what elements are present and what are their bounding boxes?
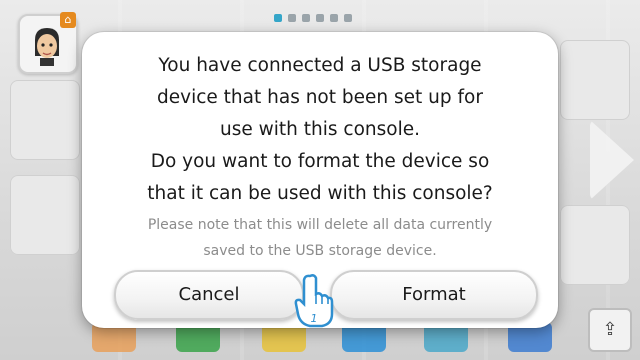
app-tile[interactable] — [10, 175, 80, 255]
page-dot[interactable] — [274, 14, 282, 22]
message-line: use with this console. — [220, 119, 420, 140]
app-tile[interactable] — [10, 80, 80, 160]
page-indicator — [274, 14, 352, 22]
page-dot[interactable] — [344, 14, 352, 22]
dialog-message: You have connected a USB storage device … — [102, 50, 538, 210]
dialog-warning-note: Please note that this will delete all da… — [102, 212, 538, 264]
message-line: that it can be used with this console? — [147, 183, 493, 204]
format-button[interactable]: Format — [330, 270, 538, 320]
wii-remote-pointer-icon: 1 — [294, 274, 334, 328]
tv-switch-icon[interactable]: ⇪ — [588, 308, 632, 352]
page-dot[interactable] — [288, 14, 296, 22]
note-line: Please note that this will delete all da… — [147, 217, 493, 233]
message-line: Do you want to format the device so — [150, 151, 490, 172]
app-tile[interactable] — [560, 40, 630, 120]
player-number-label: 1 — [311, 312, 318, 325]
note-line: saved to the USB storage device. — [203, 243, 437, 259]
home-icon: ⌂ — [60, 12, 76, 28]
page-dot[interactable] — [330, 14, 338, 22]
cancel-button[interactable]: Cancel — [114, 270, 304, 320]
message-line: device that has not been set up for — [157, 87, 483, 108]
message-line: You have connected a USB storage — [158, 55, 482, 76]
mii-face-icon — [35, 28, 59, 66]
app-tile[interactable] — [560, 205, 630, 285]
page-dot[interactable] — [316, 14, 324, 22]
page-dot[interactable] — [302, 14, 310, 22]
